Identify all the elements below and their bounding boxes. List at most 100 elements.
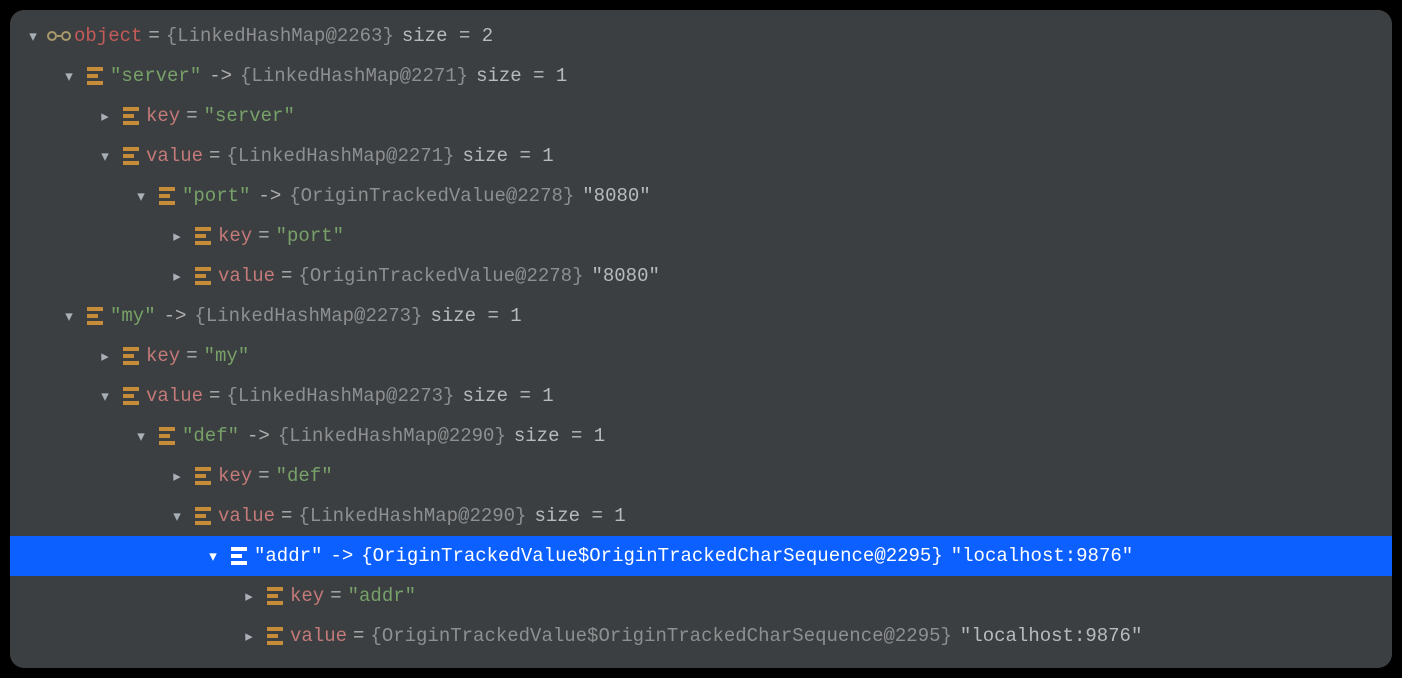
value-typeinfo: {LinkedHashMap@2273}: [226, 385, 454, 407]
value-typeinfo: {LinkedHashMap@2271}: [226, 145, 454, 167]
chevron-right-icon[interactable]: ▸: [166, 267, 188, 286]
chevron-down-icon[interactable]: ▾: [130, 187, 152, 206]
map-entry-icon: [80, 307, 110, 325]
value-fieldname: key: [218, 225, 252, 247]
tree-row-10[interactable]: ▾ "def"->{LinkedHashMap@2290} size = 1: [10, 416, 1392, 456]
value-sizeinfo: "8080": [574, 185, 650, 207]
value-strval: "server": [110, 65, 201, 87]
map-entry-icon: [224, 547, 254, 565]
map-entry-icon: [188, 267, 218, 285]
map-entry-icon: [116, 387, 146, 405]
tree-row-14[interactable]: ▸ key="addr": [10, 576, 1392, 616]
watch-glasses-icon: [44, 31, 74, 41]
tree-row-6[interactable]: ▸ value={OriginTrackedValue@2278} "8080": [10, 256, 1392, 296]
tree-row-8[interactable]: ▸ key="my": [10, 336, 1392, 376]
value-eq: =: [252, 465, 275, 487]
chevron-right-icon[interactable]: ▸: [238, 587, 260, 606]
value-varname: object: [74, 25, 142, 47]
chevron-down-icon[interactable]: ▾: [166, 507, 188, 526]
value-fieldname: value: [218, 265, 275, 287]
value-fieldname: value: [146, 385, 203, 407]
chevron-right-icon[interactable]: ▸: [166, 227, 188, 246]
map-entry-icon: [152, 427, 182, 445]
debugger-variables-panel[interactable]: ▾object={LinkedHashMap@2263} size = 2▾"s…: [10, 10, 1392, 668]
tree-row-1[interactable]: ▾"server"->{LinkedHashMap@2271} size = 1: [10, 56, 1392, 96]
value-fieldname: key: [218, 465, 252, 487]
value-sizeinfo: size = 2: [394, 25, 493, 47]
map-entry-icon: [260, 627, 290, 645]
chevron-down-icon[interactable]: ▾: [58, 67, 80, 86]
tree-row-15[interactable]: ▸value={OriginTrackedValue$OriginTracked…: [10, 616, 1392, 656]
value-strval: "server": [204, 105, 295, 127]
value-fieldname: key: [146, 345, 180, 367]
value-strval: "port": [182, 185, 250, 207]
value-arrow: ->: [201, 65, 240, 87]
value-typeinfo: {OriginTrackedValue@2278}: [298, 265, 583, 287]
chevron-down-icon[interactable]: ▾: [94, 387, 116, 406]
value-fieldname: key: [290, 585, 324, 607]
value-eq: =: [180, 105, 203, 127]
value-strval: "my": [110, 305, 156, 327]
tree-row-0[interactable]: ▾ object={LinkedHashMap@2263} size = 2: [10, 16, 1392, 56]
chevron-down-icon[interactable]: ▾: [22, 27, 44, 46]
value-typeinfo: {LinkedHashMap@2290}: [298, 505, 526, 527]
value-typeinfo: {LinkedHashMap@2290}: [278, 425, 506, 447]
map-entry-icon: [260, 587, 290, 605]
value-fieldname: key: [146, 105, 180, 127]
value-fieldname: value: [218, 505, 275, 527]
map-entry-icon: [188, 467, 218, 485]
value-eq: =: [180, 345, 203, 367]
value-strval: "addr": [348, 585, 416, 607]
tree-row-3[interactable]: ▾ value={LinkedHashMap@2271} size = 1: [10, 136, 1392, 176]
value-typeinfo: {OriginTrackedValue$OriginTrackedCharSeq…: [361, 545, 943, 567]
value-typeinfo: {LinkedHashMap@2263}: [166, 25, 394, 47]
chevron-down-icon[interactable]: ▾: [202, 547, 224, 566]
tree-row-7[interactable]: ▾"my"->{LinkedHashMap@2273} size = 1: [10, 296, 1392, 336]
value-eq: =: [142, 25, 165, 47]
tree-row-5[interactable]: ▸key="port": [10, 216, 1392, 256]
value-arrow: ->: [156, 305, 195, 327]
chevron-down-icon[interactable]: ▾: [94, 147, 116, 166]
map-entry-icon: [116, 147, 146, 165]
chevron-right-icon[interactable]: ▸: [94, 347, 116, 366]
value-strval: "port": [276, 225, 344, 247]
value-strval: "my": [204, 345, 250, 367]
chevron-down-icon[interactable]: ▾: [130, 427, 152, 446]
value-typeinfo: {OriginTrackedValue$OriginTrackedCharSeq…: [370, 625, 952, 647]
value-strval: "addr": [254, 545, 322, 567]
value-arrow: ->: [250, 185, 289, 207]
map-entry-icon: [116, 107, 146, 125]
value-sizeinfo: size = 1: [526, 505, 625, 527]
value-typeinfo: {LinkedHashMap@2273}: [194, 305, 422, 327]
value-sizeinfo: size = 1: [454, 145, 553, 167]
chevron-right-icon[interactable]: ▸: [94, 107, 116, 126]
value-eq: =: [275, 505, 298, 527]
chevron-down-icon[interactable]: ▾: [58, 307, 80, 326]
value-sizeinfo: "8080": [583, 265, 659, 287]
map-entry-icon: [188, 227, 218, 245]
map-entry-icon: [152, 187, 182, 205]
value-sizeinfo: size = 1: [506, 425, 605, 447]
tree-row-13[interactable]: ▾ "addr"->{OriginTrackedValue$OriginTrack…: [10, 536, 1392, 576]
value-strval: "def": [182, 425, 239, 447]
tree-row-9[interactable]: ▾value={LinkedHashMap@2273} size = 1: [10, 376, 1392, 416]
value-strval: "def": [276, 465, 333, 487]
tree-row-11[interactable]: ▸ key="def": [10, 456, 1392, 496]
value-eq: =: [347, 625, 370, 647]
value-arrow: ->: [239, 425, 278, 447]
chevron-right-icon[interactable]: ▸: [238, 627, 260, 646]
value-sizeinfo: "localhost:9876": [943, 545, 1133, 567]
value-eq: =: [275, 265, 298, 287]
value-fieldname: value: [146, 145, 203, 167]
value-typeinfo: {OriginTrackedValue@2278}: [289, 185, 574, 207]
value-arrow: ->: [322, 545, 361, 567]
tree-row-4[interactable]: ▾ "port"->{OriginTrackedValue@2278} "8080…: [10, 176, 1392, 216]
chevron-right-icon[interactable]: ▸: [166, 467, 188, 486]
value-typeinfo: {LinkedHashMap@2271}: [240, 65, 468, 87]
tree-row-12[interactable]: ▾ value={LinkedHashMap@2290} size = 1: [10, 496, 1392, 536]
value-eq: =: [203, 145, 226, 167]
tree-row-2[interactable]: ▸ key="server": [10, 96, 1392, 136]
value-eq: =: [324, 585, 347, 607]
value-eq: =: [203, 385, 226, 407]
map-entry-icon: [188, 507, 218, 525]
